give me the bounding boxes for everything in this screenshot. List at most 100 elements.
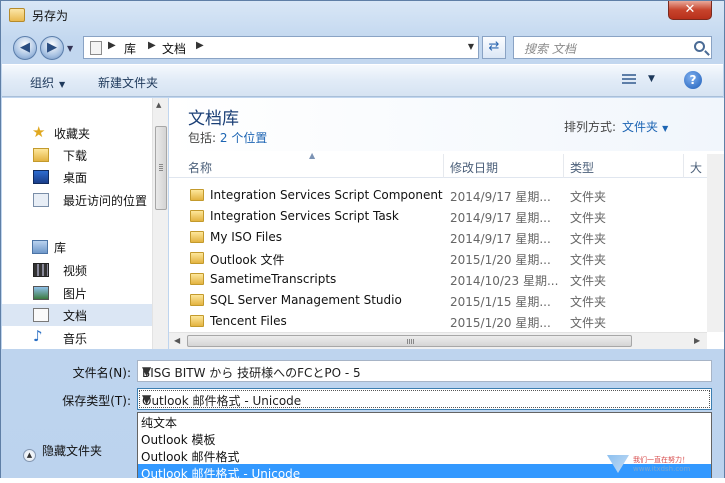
folder-icon [190,231,204,243]
close-button[interactable]: ✕ [668,1,712,20]
back-button[interactable]: ◀ [13,36,37,60]
bottom-strip [0,478,725,483]
title-bar[interactable]: 另存为 ✕ [1,1,724,29]
chevron-up-icon: ▲ [23,449,36,462]
column-name-label: 名称 [188,161,213,175]
file-type: 文件夹 [570,274,607,288]
chevron-right-icon[interactable]: ▶ [148,40,156,51]
navigation-bar: ◀ ▶ ▼ ▶ 库 ▶ 文档 ▶ ▼ ⇄ 搜索 文档 [1,31,724,63]
chevron-down-icon[interactable]: ▼ [142,364,705,378]
file-type: 文件夹 [570,190,607,204]
window-title: 另存为 [32,9,69,23]
refresh-button[interactable]: ⇄ [482,36,506,59]
chevron-down-icon: ▼ [59,80,66,89]
filename-input[interactable]: BISG BITW から 技研様へのFCとPO - 5 ▼ [137,360,712,382]
file-name: Integration Services Script Task [210,209,399,223]
library-includes: 包括: 2 个位置 [188,129,267,146]
forward-button[interactable]: ▶ [40,36,64,60]
library-header: 文档库 包括: 2 个位置 排列方式: 文件夹 ▼ [169,98,724,151]
file-list-horizontal-scrollbar[interactable]: ◀ ▶ [169,332,707,349]
breadcrumb-library[interactable]: 库 [124,40,136,57]
nav-item-label: 视频 [63,264,88,278]
file-date: 2014/9/17 星期... [450,232,551,246]
nav-libraries[interactable]: 库 [2,236,152,258]
folder-icon [9,8,25,22]
file-date: 2014/10/23 星期... [450,274,559,288]
arrange-by: 排列方式: 文件夹 ▼ [564,118,668,135]
filetype-select[interactable]: Outlook 邮件格式 - Unicode ▼ [137,388,712,410]
documents-icon [33,308,49,322]
search-icon[interactable] [694,41,705,52]
table-row[interactable]: Integration Services Script Component 20… [169,185,689,206]
arrange-by-dropdown[interactable]: 文件夹 [622,120,658,134]
nav-item-label: 音乐 [63,332,88,346]
table-row[interactable]: Integration Services Script Task 2014/9/… [169,206,689,227]
breadcrumb-documents[interactable]: 文档 [162,40,186,57]
chevron-down-icon[interactable]: ▼ [662,124,668,133]
filename-label: 文件名(N): [72,366,131,380]
sort-ascending-icon: ▲ [309,151,316,160]
star-icon: ★ [32,123,46,141]
filetype-option[interactable]: 纯文本 [138,413,711,430]
file-date: 2014/9/17 星期... [450,211,551,225]
column-name[interactable]: 名称 ▲ [169,151,444,178]
hide-folders-button[interactable]: ▲ 隐藏文件夹 [23,442,102,462]
new-folder-button[interactable]: 新建文件夹 [98,74,158,91]
nav-music[interactable]: ♪ 音乐 [2,327,152,349]
document-icon [90,41,102,55]
watermark-logo-icon [607,455,629,473]
arrange-label: 排列方式: [564,120,617,134]
chevron-right-icon[interactable]: ▶ [108,40,116,51]
table-row[interactable]: Outlook 文件 2015/1/20 星期... 文件夹 [169,248,689,269]
file-type: 文件夹 [570,232,607,246]
scroll-right-icon[interactable]: ▶ [694,336,700,345]
table-row[interactable]: My ISO Files 2014/9/17 星期... 文件夹 [169,227,689,248]
column-date[interactable]: 修改日期 [444,154,564,178]
filetype-option[interactable]: Outlook 模板 [138,430,711,447]
nav-pictures[interactable]: 图片 [2,282,152,304]
music-icon: ♪ [33,327,43,345]
hide-folders-label: 隐藏文件夹 [42,444,103,458]
file-date: 2014/9/17 星期... [450,190,551,204]
nav-desktop[interactable]: 桌面 [2,166,152,188]
scrollbar-thumb[interactable] [155,126,167,210]
nav-videos[interactable]: 视频 [2,259,152,281]
organize-button[interactable]: 组织 ▼ [30,74,65,91]
view-options-icon[interactable] [622,74,636,86]
nav-recent-places[interactable]: 最近访问的位置 [2,189,152,211]
nav-pane-scrollbar[interactable]: ▲ [152,98,168,349]
search-input[interactable]: 搜索 文档 [513,36,712,59]
file-name: Tencent Files [210,314,287,328]
table-row[interactable]: SQL Server Management Studio 2015/1/15 星… [169,290,689,311]
nav-item-label: 最近访问的位置 [63,194,148,208]
pictures-icon [33,286,49,300]
includes-label: 包括: [188,131,217,145]
file-date: 2015/1/15 星期... [450,295,551,309]
address-bar[interactable]: ▶ 库 ▶ 文档 ▶ ▼ [83,36,479,59]
scrollbar-thumb[interactable] [187,335,632,347]
column-type[interactable]: 类型 [564,154,684,178]
file-date: 2015/1/20 星期... [450,316,551,330]
nav-downloads[interactable]: 下载 [2,144,152,166]
filetype-label: 保存类型(T): [62,394,131,408]
recent-pages-dropdown[interactable]: ▼ [67,44,73,53]
table-row[interactable]: Tencent Files 2015/1/20 星期... 文件夹 [169,311,689,332]
scroll-left-icon[interactable]: ◀ [174,336,180,345]
table-row[interactable]: SametimeTranscripts 2014/10/23 星期... 文件夹 [169,269,689,290]
scroll-up-icon[interactable]: ▲ [156,101,161,109]
address-dropdown-icon[interactable]: ▼ [468,42,474,51]
nav-item-label: 文档 [63,309,88,323]
help-icon[interactable]: ? [684,71,702,89]
file-type: 文件夹 [570,316,607,330]
folder-icon [190,210,204,222]
file-type: 文件夹 [570,295,607,309]
file-list-vertical-scrollbar[interactable] [707,154,724,332]
download-folder-icon [33,148,49,162]
chevron-down-icon[interactable]: ▼ [142,392,705,406]
column-size[interactable]: 大 [684,154,707,178]
nav-favorites[interactable]: ★ 收藏夹 [2,122,152,144]
includes-locations-link[interactable]: 2 个位置 [220,131,267,145]
nav-documents[interactable]: 文档 [2,304,152,326]
chevron-down-icon[interactable]: ▼ [648,74,655,84]
chevron-right-icon[interactable]: ▶ [196,40,204,51]
